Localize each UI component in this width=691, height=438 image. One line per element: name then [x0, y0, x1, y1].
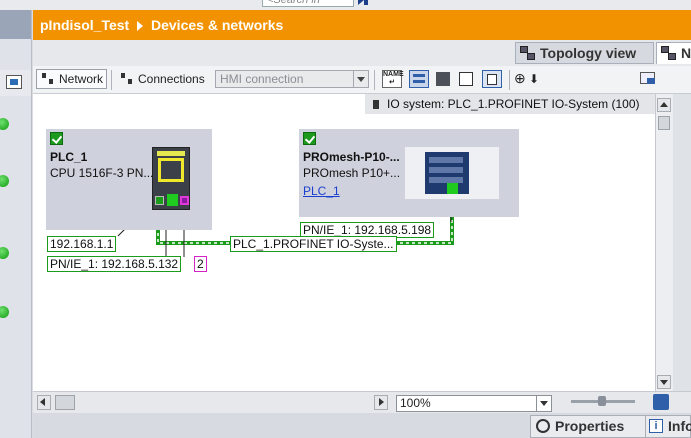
profinet-network-label[interactable]: PLC_1.PROFINET IO-Syste...	[230, 236, 397, 252]
hscroll-thumb[interactable]	[55, 395, 75, 410]
status-ok-icon	[303, 132, 316, 145]
plc-pn-interface-label[interactable]: PN/IE_1: 192.168.5.132	[47, 256, 182, 272]
chevron-down-icon	[536, 396, 551, 411]
info-icon: i	[649, 419, 663, 433]
scroll-down-icon[interactable]	[657, 375, 671, 389]
right-side-panel	[673, 94, 691, 391]
scroll-thumb[interactable]	[658, 116, 670, 130]
properties-icon	[536, 419, 550, 433]
vertical-scrollbar[interactable]	[655, 94, 673, 391]
tab-properties[interactable]: Properties	[530, 415, 647, 438]
plc-ip-label[interactable]: 192.168.1.1	[47, 236, 117, 252]
status-ok-icon	[50, 132, 63, 145]
zoom-select[interactable]: 100%	[396, 395, 552, 412]
tab-info[interactable]: i Info	[645, 415, 691, 438]
inspector-tabs: Properties i Info	[33, 413, 691, 438]
device-promesh[interactable]: PROmesh-P10-... PROmesh P10+... PLC_1	[299, 129, 519, 217]
overview-navigator-icon[interactable]	[653, 394, 669, 410]
scroll-left-icon[interactable]	[37, 395, 51, 410]
canvas-status-bar: 100%	[33, 391, 691, 413]
switch-image	[405, 147, 499, 199]
scroll-right-icon[interactable]	[374, 395, 388, 410]
scroll-up-icon[interactable]	[657, 98, 671, 112]
plc-cpu-icon	[152, 147, 190, 210]
device-plc[interactable]: PLC_1 CPU 1516F-3 PN...	[46, 129, 212, 230]
device-io-controller-link[interactable]: PLC_1	[303, 184, 340, 198]
plc-pn-count-badge[interactable]: 2	[194, 256, 207, 272]
zoom-slider-thumb[interactable]	[598, 396, 606, 406]
